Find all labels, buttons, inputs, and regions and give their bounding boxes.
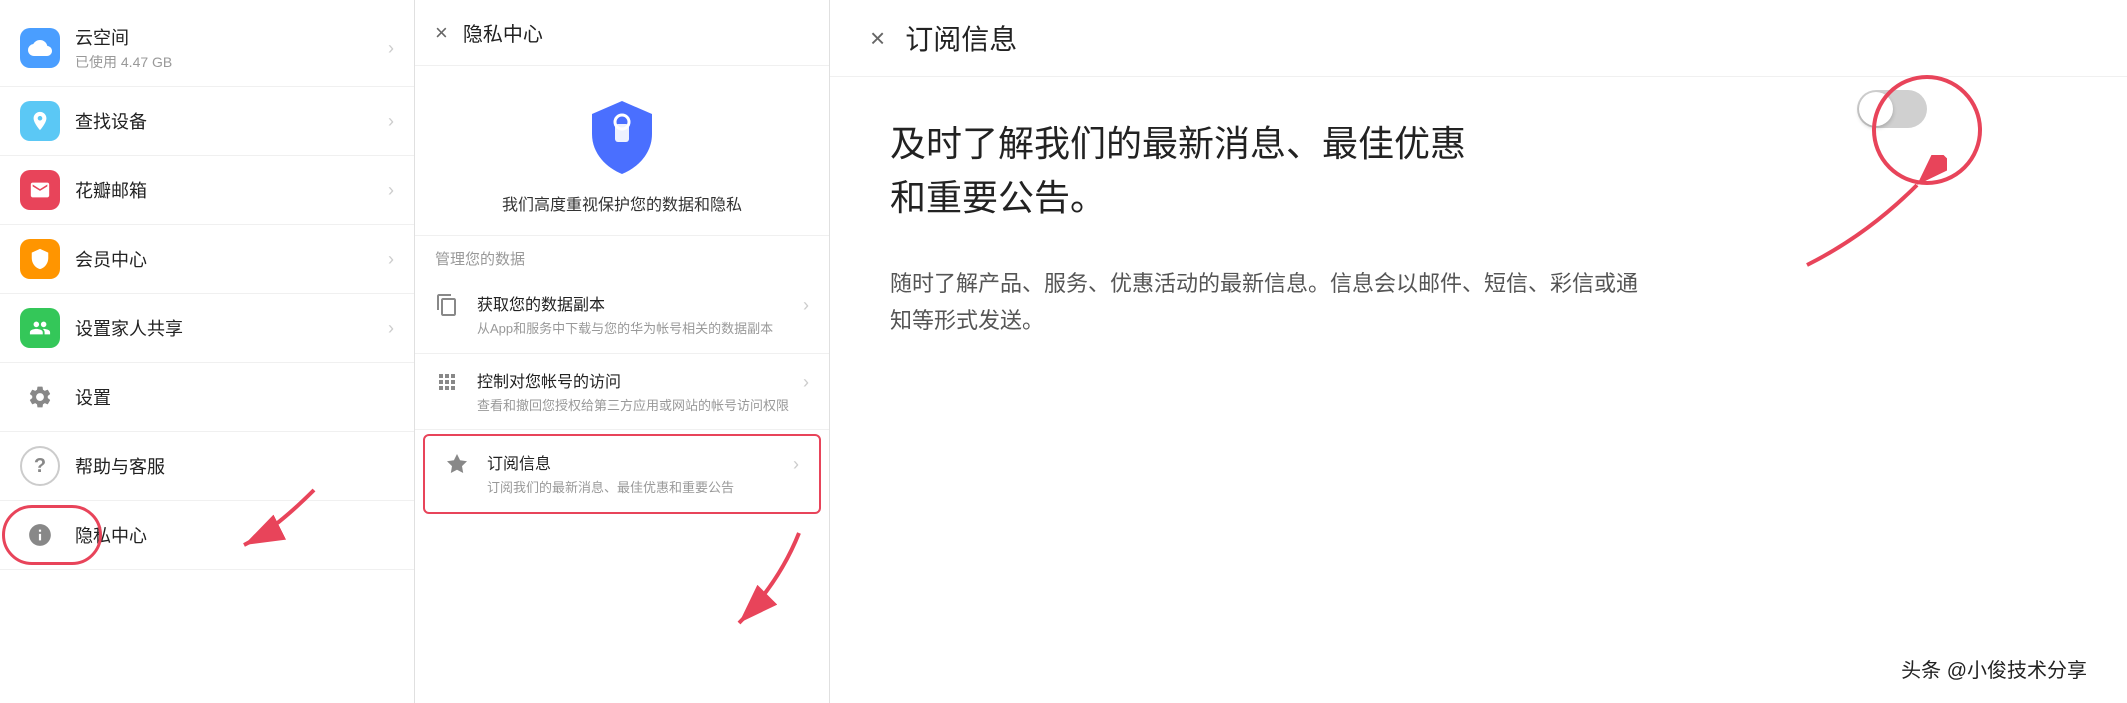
middle-close-button[interactable]: × [435, 20, 448, 46]
menu-item-help[interactable]: ? 帮助与客服 [0, 432, 414, 501]
access-chevron: › [803, 372, 809, 393]
menu-item-find[interactable]: 查找设备 › [0, 87, 414, 156]
subscription-content: 订阅信息 订阅我们的最新消息、最佳优惠和重要公告 [487, 450, 793, 498]
privacy-menu-data-copy[interactable]: 获取您的数据副本 从App和服务中下载与您的华为帐号相关的数据副本 › [415, 277, 829, 354]
privacy-icon [20, 515, 60, 555]
settings-title: 设置 [75, 384, 394, 410]
cloud-title: 云空间 [75, 24, 388, 50]
family-text: 设置家人共享 [75, 315, 388, 341]
subscription-desc: 订阅我们的最新消息、最佳优惠和重要公告 [487, 478, 793, 498]
middle-title: 隐私中心 [463, 18, 543, 47]
subscription-chevron: › [793, 454, 799, 475]
menu-item-cloud[interactable]: 云空间 已使用 4.47 GB › [0, 10, 414, 87]
settings-text: 设置 [75, 384, 394, 410]
middle-panel: × 隐私中心 我们高度重视保护您的数据和隐私 管理您的数据 获取您的数据副本 从… [415, 0, 830, 703]
family-icon [20, 308, 60, 348]
privacy-hero-text: 我们高度重视保护您的数据和隐私 [502, 191, 742, 215]
privacy-title: 隐私中心 [75, 522, 394, 548]
help-text: 帮助与客服 [75, 453, 394, 479]
vip-icon [20, 239, 60, 279]
menu-item-privacy[interactable]: 隐私中心 [0, 501, 414, 570]
menu-item-vip[interactable]: 会员中心 › [0, 225, 414, 294]
right-content: 及时了解我们的最新消息、最佳优惠和重要公告。 随时了解产品、服务、优惠活动的最新… [830, 77, 2127, 703]
right-header: × 订阅信息 [830, 0, 2127, 77]
data-copy-icon [435, 293, 465, 323]
right-title: 订阅信息 [905, 18, 1017, 58]
data-copy-content: 获取您的数据副本 从App和服务中下载与您的华为帐号相关的数据副本 [477, 291, 803, 339]
settings-icon [20, 377, 60, 417]
cloud-subtitle: 已使用 4.47 GB [75, 52, 388, 72]
subscription-title: 订阅信息 [487, 450, 793, 474]
access-icon [435, 370, 465, 400]
cloud-text: 云空间 已使用 4.47 GB [75, 24, 388, 72]
cloud-icon [20, 28, 60, 68]
cloud-chevron: › [388, 38, 394, 59]
section-label: 管理您的数据 [415, 236, 829, 277]
vip-text: 会员中心 [75, 246, 388, 272]
data-copy-title: 获取您的数据副本 [477, 291, 803, 315]
arrow-to-subscription [719, 523, 819, 643]
access-desc: 查看和撤回您授权给第三方应用或网站的帐号访问权限 [477, 396, 803, 416]
privacy-menu-access[interactable]: 控制对您帐号的访问 查看和撤回您授权给第三方应用或网站的帐号访问权限 › [415, 354, 829, 431]
vip-title: 会员中心 [75, 246, 388, 272]
mail-icon [20, 170, 60, 210]
vip-chevron: › [388, 249, 394, 270]
find-icon [20, 101, 60, 141]
mail-chevron: › [388, 180, 394, 201]
family-title: 设置家人共享 [75, 315, 388, 341]
help-icon: ? [20, 446, 60, 486]
find-text: 查找设备 [75, 108, 388, 134]
find-chevron: › [388, 111, 394, 132]
menu-item-family[interactable]: 设置家人共享 › [0, 294, 414, 363]
right-close-button[interactable]: × [870, 23, 885, 54]
subscription-sub-text: 随时了解产品、服务、优惠活动的最新信息。信息会以邮件、短信、彩信或通知等形式发送… [890, 265, 1640, 340]
subscription-toggle[interactable] [1857, 90, 1927, 128]
shield-icon [587, 96, 657, 176]
watermark: 头条 @小俊技术分享 [1901, 654, 2087, 683]
access-title: 控制对您帐号的访问 [477, 368, 803, 392]
privacy-text: 隐私中心 [75, 522, 394, 548]
find-title: 查找设备 [75, 108, 388, 134]
toggle-container [1857, 90, 1927, 128]
middle-header: × 隐私中心 [415, 0, 829, 66]
left-panel: 云空间 已使用 4.47 GB › 查找设备 › 花瓣邮箱 › [0, 0, 415, 703]
menu-item-settings[interactable]: 设置 [0, 363, 414, 432]
family-chevron: › [388, 318, 394, 339]
subscription-main-text: 及时了解我们的最新消息、最佳优惠和重要公告。 [890, 117, 1490, 225]
right-panel: × 订阅信息 及时了解我们的最新消息、最佳优惠和重要公告。 随时了解产品、服务、… [830, 0, 2127, 703]
mail-title: 花瓣邮箱 [75, 177, 388, 203]
privacy-hero: 我们高度重视保护您的数据和隐私 [415, 66, 829, 236]
access-content: 控制对您帐号的访问 查看和撤回您授权给第三方应用或网站的帐号访问权限 [477, 368, 803, 416]
data-copy-chevron: › [803, 295, 809, 316]
help-title: 帮助与客服 [75, 453, 394, 479]
privacy-menu-subscription[interactable]: 订阅信息 订阅我们的最新消息、最佳优惠和重要公告 › [423, 434, 821, 514]
toggle-knob [1859, 92, 1893, 126]
mail-text: 花瓣邮箱 [75, 177, 388, 203]
menu-item-mail[interactable]: 花瓣邮箱 › [0, 156, 414, 225]
data-copy-desc: 从App和服务中下载与您的华为帐号相关的数据副本 [477, 319, 803, 339]
subscription-icon [445, 452, 475, 482]
